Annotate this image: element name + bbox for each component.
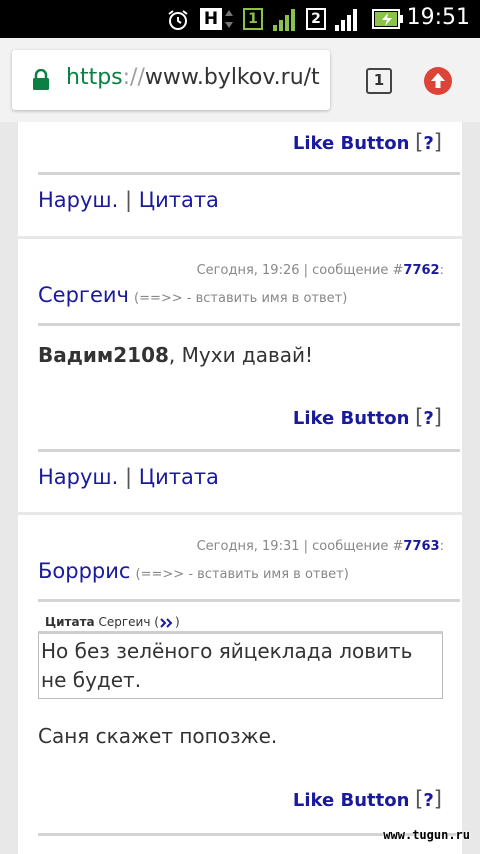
post-date: Сегодня, 19:31 | сообщение # xyxy=(196,539,404,554)
quote-author: Сергеич xyxy=(98,615,151,629)
arrow-up-icon xyxy=(431,73,445,88)
goto-quote-icon[interactable] xyxy=(159,617,175,628)
signal-icon xyxy=(273,9,295,31)
post-text: Саня скажет попозже. xyxy=(38,724,278,748)
post-actions: Наруш. | Цитата xyxy=(38,188,219,212)
quote-link[interactable]: Цитата xyxy=(139,465,219,489)
insert-name-hint[interactable]: (==>> - вставить имя в ответ) xyxy=(136,567,349,582)
signal-icon xyxy=(335,9,357,31)
sim1-icon: 1 xyxy=(243,8,263,30)
quote-header: Цитата Сергеич () xyxy=(45,615,180,629)
like-button[interactable]: Like Button xyxy=(293,790,410,811)
lock-icon xyxy=(33,69,49,90)
battery-charging-icon xyxy=(372,9,403,29)
forum-page: Like Button [?] Наруш. | Цитата Сегодня,… xyxy=(0,122,480,854)
author-line: Сергеич (==>> - вставить имя в ответ) xyxy=(38,283,347,307)
report-link[interactable]: Наруш. xyxy=(38,465,118,489)
browser-toolbar: https://www.bylkov.ru/t 1 xyxy=(0,38,480,122)
update-button[interactable] xyxy=(424,67,452,95)
like-button[interactable]: Like Button xyxy=(293,408,410,429)
like-button[interactable]: Like Button xyxy=(293,133,410,154)
post-date: Сегодня, 19:26 | сообщение # xyxy=(196,263,404,278)
divider xyxy=(38,449,460,452)
post-number-link[interactable]: 7762 xyxy=(403,263,439,278)
post-meta: Сегодня, 19:26 | сообщение #7762: xyxy=(196,263,444,278)
post-number-link[interactable]: 7763 xyxy=(403,539,439,554)
quote-block: Но без зелёного яйцеклада ловить не буде… xyxy=(38,631,443,699)
sim2-icon: 2 xyxy=(306,8,326,30)
post-meta: Сегодня, 19:31 | сообщение #7763: xyxy=(196,539,444,554)
tab-switcher-button[interactable]: 1 xyxy=(366,68,392,94)
url-bar[interactable]: https://www.bylkov.ru/t xyxy=(12,50,330,110)
divider xyxy=(38,599,460,602)
url-text: https://www.bylkov.ru/t xyxy=(66,65,320,90)
divider xyxy=(38,172,460,175)
alarm-icon xyxy=(168,10,188,30)
help-link[interactable]: ? xyxy=(423,133,433,154)
mention: Вадим2108 xyxy=(38,343,169,367)
network-type-icon: H xyxy=(200,8,222,30)
divider xyxy=(38,323,460,326)
quote-link[interactable]: Цитата xyxy=(139,188,219,212)
author-name[interactable]: Сергеич xyxy=(38,283,129,307)
help-link[interactable]: ? xyxy=(423,408,433,429)
author-line: Борррис (==>> - вставить имя в ответ) xyxy=(38,559,349,583)
author-name[interactable]: Борррис xyxy=(38,559,130,583)
report-link[interactable]: Наруш. xyxy=(38,188,118,212)
like-row: Like Button [?] xyxy=(292,787,442,811)
data-arrows-icon xyxy=(225,10,233,28)
post-card: Сегодня, 19:26 | сообщение #7762: Сергеи… xyxy=(18,239,462,512)
post-actions: Наруш. | Цитата xyxy=(38,465,219,489)
post-card: Like Button [?] Наруш. | Цитата xyxy=(18,122,462,236)
clock: 19:51 xyxy=(406,5,470,30)
help-link[interactable]: ? xyxy=(423,790,433,811)
post-card: Сегодня, 19:31 | сообщение #7763: Боррри… xyxy=(18,515,462,854)
insert-name-hint[interactable]: (==>> - вставить имя в ответ) xyxy=(134,291,347,306)
like-row: Like Button [?] xyxy=(292,405,442,429)
like-row: Like Button [?] xyxy=(292,130,442,154)
post-text: Вадим2108, Мухи давай! xyxy=(38,343,314,367)
status-bar: H 1 2 19:51 xyxy=(0,0,480,38)
watermark: www.tugun.ru xyxy=(383,828,470,842)
